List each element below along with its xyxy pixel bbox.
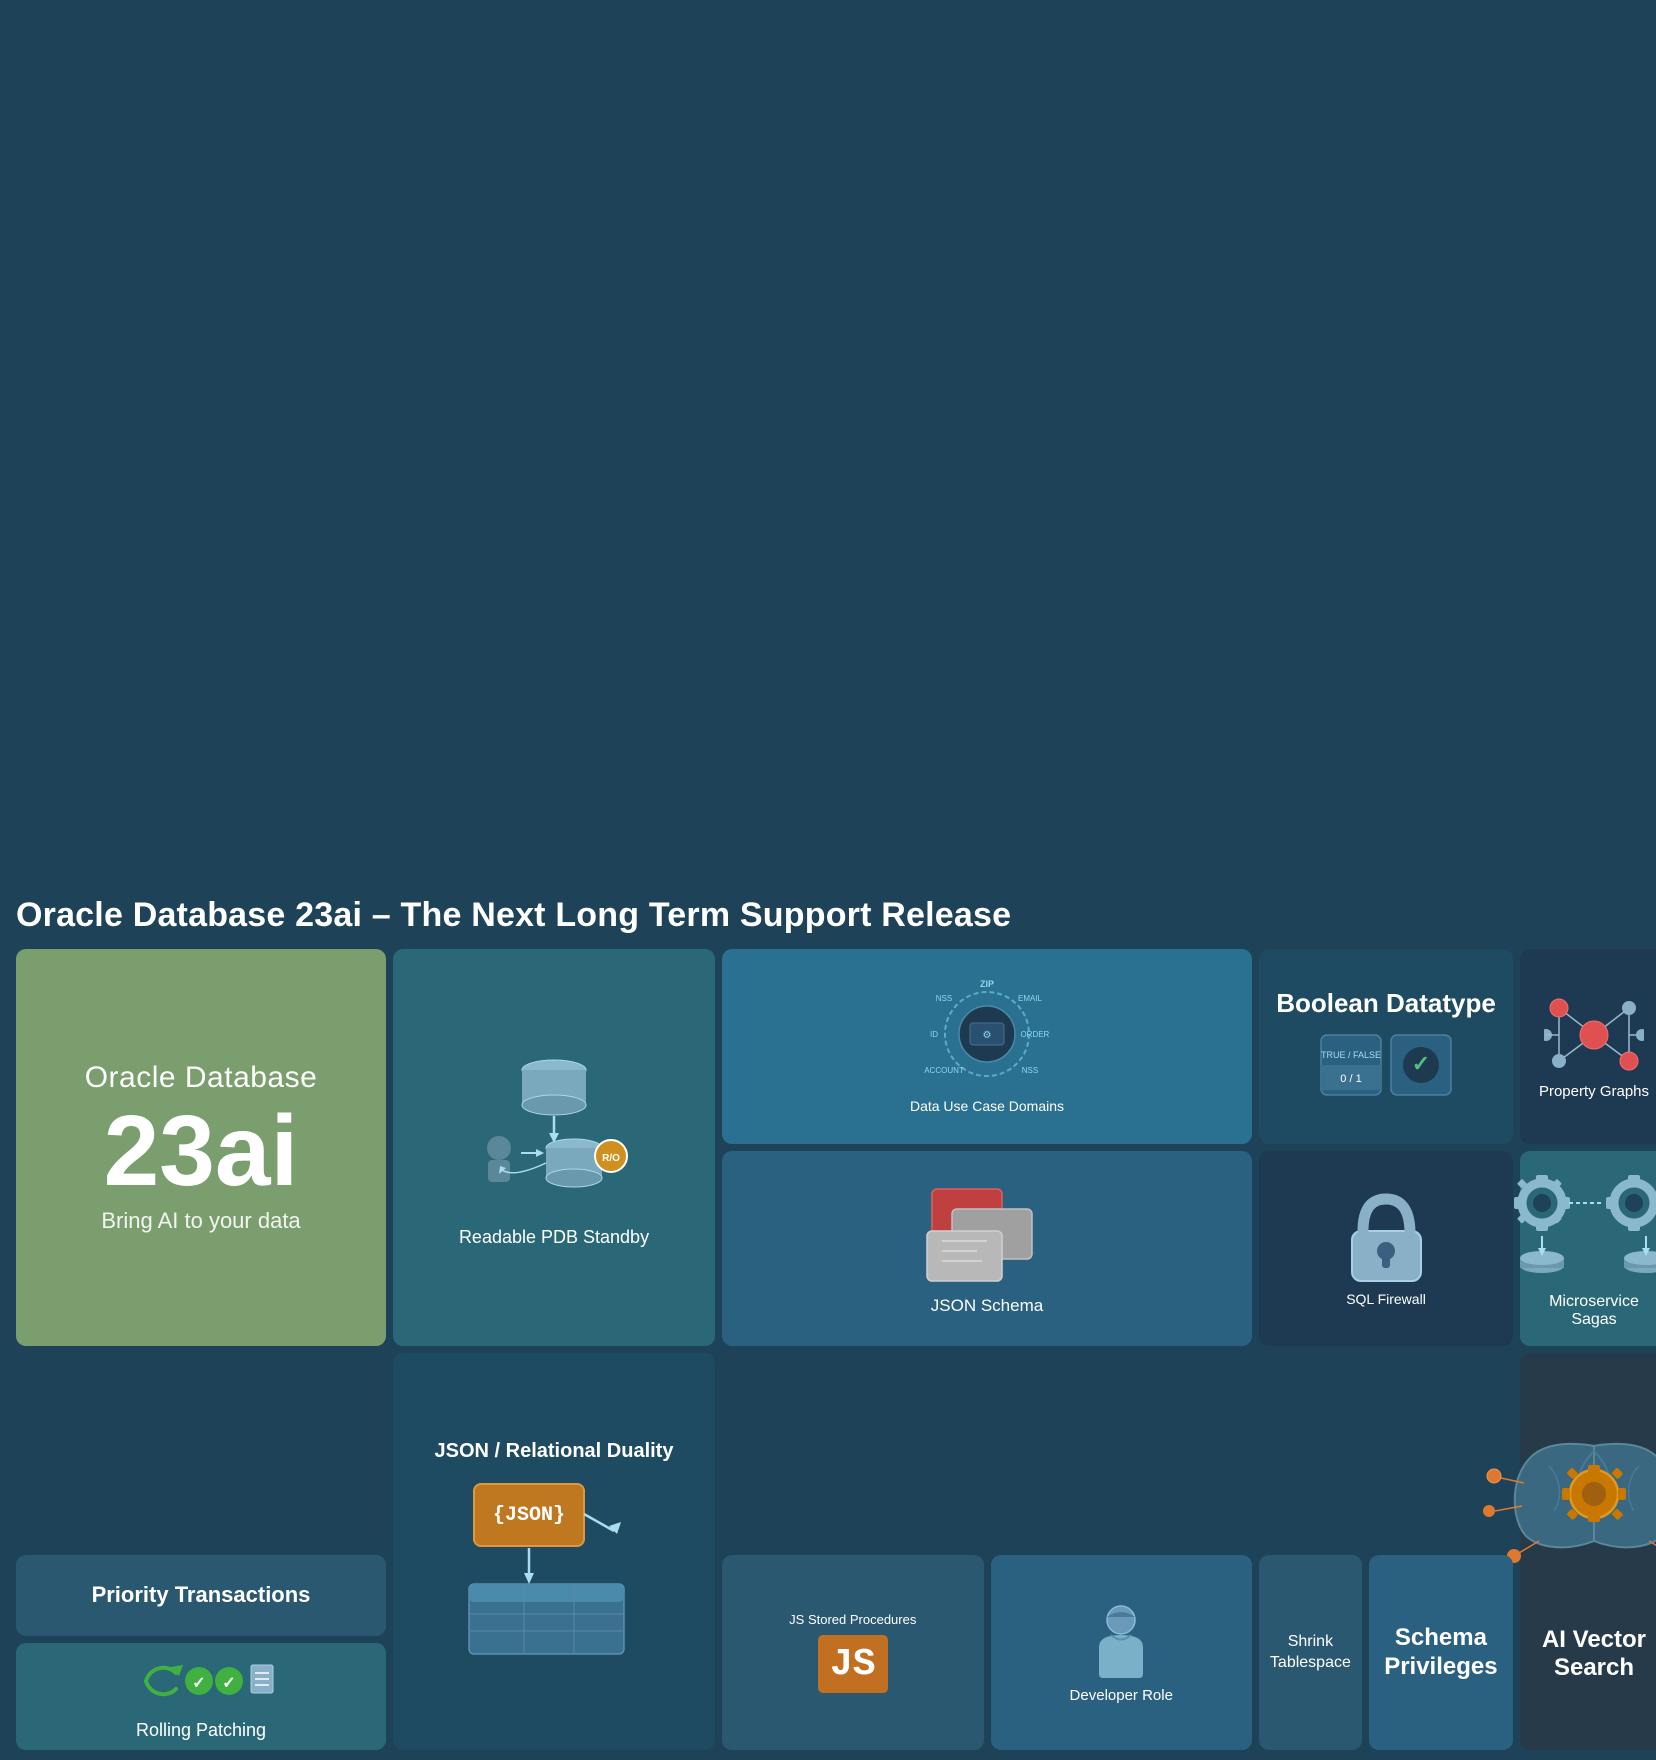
tile-js-stored[interactable]: JS Stored Procedures JS [722, 1555, 984, 1750]
svg-text:R/O: R/O [602, 1153, 620, 1164]
tile-developer-role[interactable]: Developer Role [991, 1555, 1253, 1750]
schema-privileges-label: Schema Privileges [1379, 1624, 1503, 1682]
tile-rolling-patching[interactable]: ✓ ✓ Rolling Patching [16, 1643, 386, 1750]
boolean-label: Boolean Datatype [1276, 988, 1496, 1019]
sql-firewall-label: SQL Firewall [1346, 1291, 1426, 1307]
oracle-subtitle: Bring AI to your data [101, 1208, 300, 1234]
tile-ai-vector[interactable]: AI Vector Search [1520, 1353, 1656, 1750]
tile-shrink-tablespace[interactable]: Shrink Tablespace [1259, 1555, 1362, 1750]
svg-text:ACCOUNT: ACCOUNT [924, 1066, 964, 1075]
tile-schema-privileges[interactable]: Schema Privileges [1369, 1555, 1513, 1750]
tile-microservice[interactable]: Microservice Sagas [1520, 1151, 1656, 1346]
data-use-case-label: Data Use Case Domains [910, 1098, 1064, 1114]
tile-readable-pdb[interactable]: R/O Readable PDB Standby [393, 949, 715, 1346]
svg-text:TRUE / FALSE: TRUE / FALSE [1321, 1050, 1381, 1060]
developer-icon [1089, 1602, 1154, 1687]
microservice-label: Microservice Sagas [1530, 1293, 1656, 1329]
oracle-version: 23ai [104, 1099, 299, 1204]
boolean-icon: TRUE / FALSE 0 / 1 ✓ [1316, 1030, 1456, 1105]
svg-text:0 / 1: 0 / 1 [1340, 1073, 1361, 1085]
svg-text:✓: ✓ [1412, 1051, 1430, 1076]
svg-text:✓: ✓ [192, 1675, 205, 1692]
tile-sql-firewall[interactable]: SQL Firewall [1259, 1151, 1513, 1346]
rolling-patching-label: Rolling Patching [136, 1720, 266, 1741]
tile-row4-c4: Shrink Tablespace Schema Privileges [1259, 1555, 1513, 1750]
svg-text:ORDER ID: ORDER ID [1020, 1030, 1052, 1039]
tile-data-use-case[interactable]: ZIP EMAIL ORDER ID NSS ACCOUNT ID NSS ⚙ … [722, 949, 1252, 1144]
svg-text:ID: ID [930, 1030, 938, 1039]
readable-pdb-label: Readable PDB Standby [459, 1227, 649, 1248]
tile-json-schema[interactable]: JSON Schema [722, 1151, 1252, 1346]
sql-firewall-icon [1344, 1191, 1429, 1291]
page-wrapper [0, 0, 1656, 880]
tile-boolean[interactable]: Boolean Datatype TRUE / FALSE 0 / 1 ✓ [1259, 949, 1513, 1144]
microservice-icon [1494, 1168, 1656, 1293]
tile-priority-and-rolling: Priority Transactions ✓ ✓ [16, 1555, 386, 1750]
data-use-case-icon: ZIP EMAIL ORDER ID NSS ACCOUNT ID NSS ⚙ [922, 979, 1052, 1094]
tile-row4-c3: JS Stored Procedures JS [722, 1555, 1252, 1750]
ai-vector-label: AI Vector Search [1532, 1626, 1656, 1682]
json-relational-label-top: JSON / Relational Duality [435, 1438, 674, 1464]
rolling-patching-icon: ✓ ✓ [121, 1651, 281, 1716]
tile-property-graphs[interactable]: Property Graphs [1520, 949, 1656, 1144]
priority-transactions-label: Priority Transactions [92, 1582, 311, 1608]
svg-text:{JSON}: {JSON} [493, 1504, 565, 1527]
tile-priority-transactions[interactable]: Priority Transactions [16, 1555, 386, 1636]
developer-role-label: Developer Role [1070, 1687, 1173, 1704]
oracle-title: Oracle Database [85, 1061, 318, 1095]
js-icon: JS [818, 1635, 888, 1693]
property-graphs-label: Property Graphs [1539, 1083, 1649, 1100]
json-schema-label: JSON Schema [931, 1296, 1043, 1316]
json-schema-icon [922, 1181, 1052, 1296]
js-stored-label: JS Stored Procedures [789, 1612, 916, 1627]
svg-text:⚙: ⚙ [983, 1030, 992, 1041]
page-title: Oracle Database 23ai – The Next Long Ter… [16, 896, 1640, 935]
tile-json-relational[interactable]: JSON / Relational Duality {JSON} [393, 1353, 715, 1750]
svg-text:EMAIL: EMAIL [1018, 994, 1043, 1003]
readable-pdb-icon: R/O [464, 1048, 644, 1223]
svg-text:✓: ✓ [222, 1675, 235, 1692]
tile-oracle-center: Oracle Database 23ai Bring AI to your da… [16, 949, 386, 1346]
svg-text:NSS: NSS [1022, 1066, 1038, 1075]
svg-text:NSS: NSS [936, 994, 952, 1003]
shrink-tablespace-label: Shrink Tablespace [1269, 1632, 1352, 1674]
json-relational-icon: {JSON} [459, 1476, 649, 1666]
property-graphs-icon [1544, 993, 1644, 1083]
svg-text:ZIP: ZIP [980, 979, 994, 989]
